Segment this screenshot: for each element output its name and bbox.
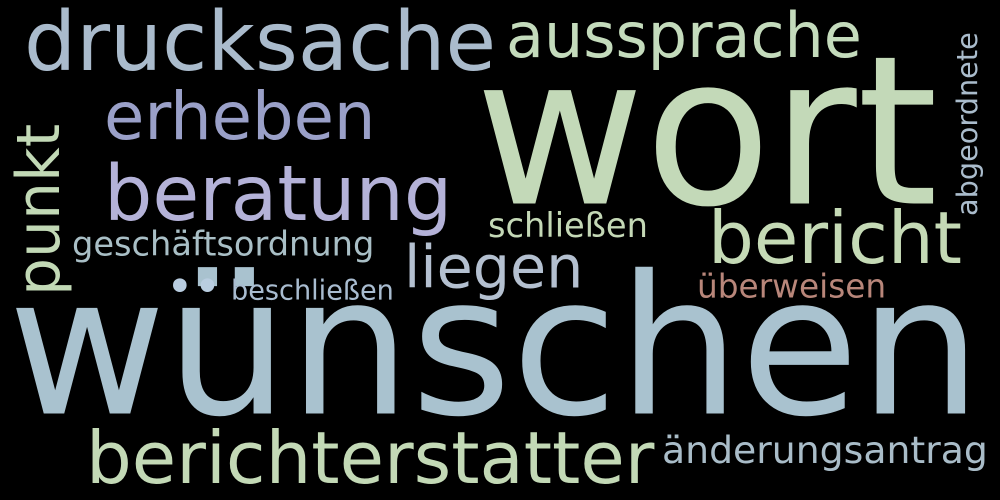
word-erheben: erheben [104, 79, 376, 155]
word-aussprache: aussprache [506, 0, 862, 72]
word-geschaeftsordnung: geschäftsordnung [72, 224, 375, 264]
word-drucksache: drucksache [24, 0, 497, 90]
word-cloud: wünschen wort drucksache aussprache erhe… [0, 0, 1000, 500]
word-beschliessen: beschließen [231, 275, 394, 307]
word-abgeordnete: abgeordnete [950, 32, 984, 216]
word-beratung: beratung [104, 149, 453, 238]
word-punkt: punkt [4, 123, 74, 296]
word-ueberweisen: überweisen [697, 267, 887, 306]
word-aenderungsantrag: änderungsantrag [662, 428, 988, 472]
word-dots: •• [166, 260, 222, 315]
word-bericht: bericht [708, 197, 962, 281]
word-schliessen: schließen [488, 206, 648, 245]
word-berichterstatter: berichterstatter [86, 417, 655, 500]
word-liegen: liegen [404, 232, 584, 302]
